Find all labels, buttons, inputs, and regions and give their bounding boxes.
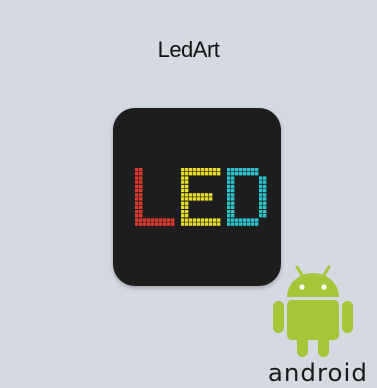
led-letter-d [227,168,267,226]
android-robot-icon [273,265,353,357]
app-card: LedArt android [0,0,377,388]
led-letter-e [181,168,221,226]
android-wordmark: android [267,359,368,387]
led-logo-icon [135,168,267,226]
led-letter-l [135,168,175,226]
app-title: LedArt [157,37,220,62]
